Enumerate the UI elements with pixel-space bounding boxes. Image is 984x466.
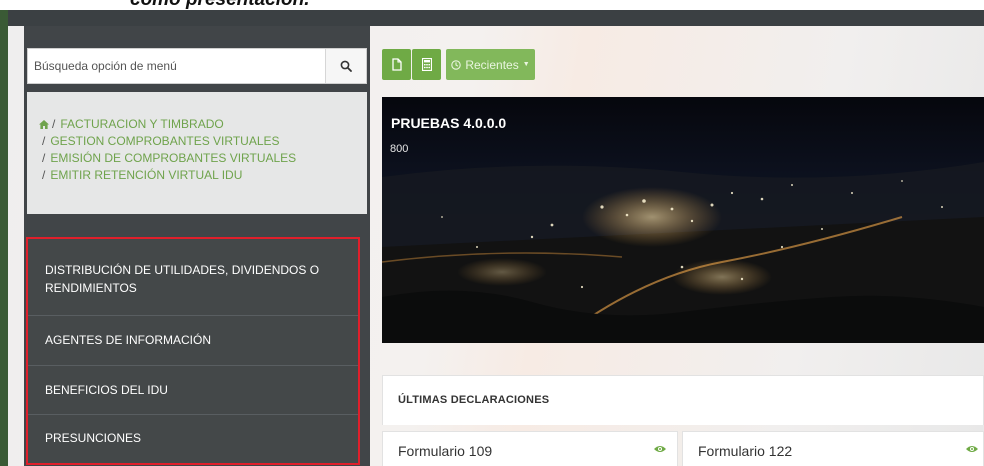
new-document-button[interactable] [382,49,411,80]
menu-item-presunciones[interactable]: PRESUNCIONES [28,415,358,463]
eye-icon[interactable] [653,444,667,454]
breadcrumb-separator: / [42,134,46,148]
form-card-title: Formulario 122 [698,443,793,459]
menu-list-highlighted: DISTRIBUCIÓN DE UTILIDADES, DIVIDENDOS O… [26,237,360,465]
breadcrumb-label: FACTURACION Y TIMBRADO [60,117,224,131]
menu-item-distribucion-utilidades[interactable]: DISTRIBUCIÓN DE UTILIDADES, DIVIDENDOS O… [28,239,358,316]
breadcrumb-item[interactable]: / EMISIÓN DE COMPROBANTES VIRTUALES [39,150,367,167]
calculator-icon [421,58,432,71]
breadcrumb-label: GESTION COMPROBANTES VIRTUALES [50,134,280,148]
menu-item-label: DISTRIBUCIÓN DE UTILIDADES, DIVIDENDOS O [45,263,320,277]
city-night-image [382,97,984,343]
menu-item-label: RENDIMIENTOS [45,281,137,295]
banner-subtitle: 800 [390,143,409,155]
recent-label: Recientes [465,57,519,72]
last-declarations-title: ÚLTIMAS DECLARACIONES [398,394,550,406]
clock-icon [451,59,462,70]
breadcrumb-item[interactable]: / GESTION COMPROBANTES VIRTUALES [39,133,367,150]
home-icon [39,120,49,129]
search-icon [340,60,352,72]
form-card-title: Formulario 109 [398,443,493,459]
breadcrumb-separator: / [52,117,56,131]
breadcrumb-separator: / [42,151,46,165]
menu-item-label: PRESUNCIONES [45,431,142,445]
last-declarations-panel: ÚLTIMAS DECLARACIONES [382,375,984,425]
menu-item-agentes-informacion[interactable]: AGENTES DE INFORMACIÓN [28,316,358,366]
breadcrumb-item[interactable]: / FACTURACION Y TIMBRADO [39,116,367,133]
search-button[interactable] [325,49,366,83]
screenshot-frame: / FACTURACION Y TIMBRADO / GESTION COMPROB… [0,10,984,466]
breadcrumb-label: EMITIR RETENCIÓN VIRTUAL IDU [50,168,243,182]
menu-item-beneficios-idu[interactable]: BENEFICIOS DEL IDU [28,366,358,415]
breadcrumb-separator: / [42,168,46,182]
eye-icon[interactable] [965,444,979,454]
document-icon [391,58,402,71]
form-card[interactable]: Formulario 109 [382,431,678,466]
recent-dropdown-button[interactable]: Recientes ▼ [446,49,535,80]
chevron-down-icon: ▼ [522,61,530,68]
banner-title: PRUEBAS 4.0.0.0 [391,115,507,131]
banner: PRUEBAS 4.0.0.0 800 [382,97,984,343]
menu-item-label: AGENTES DE INFORMACIÓN [45,333,212,347]
form-card[interactable]: Formulario 122 [682,431,984,466]
app-area: / FACTURACION Y TIMBRADO / GESTION COMPROB… [8,26,984,466]
breadcrumb: / FACTURACION Y TIMBRADO / GESTION COMPROB… [27,92,367,214]
breadcrumb-label: EMISIÓN DE COMPROBANTES VIRTUALES [50,151,297,165]
calculator-button[interactable] [412,49,441,80]
menu-item-label: BENEFICIOS DEL IDU [45,383,168,397]
top-caption: como presentación. [0,0,984,10]
menu-search-input[interactable] [28,49,326,83]
menu-search [27,48,367,84]
breadcrumb-item[interactable]: / EMITIR RETENCIÓN VIRTUAL IDU [39,167,367,184]
window-top-bar [8,10,984,26]
caption-text: como presentación. [130,0,310,10]
